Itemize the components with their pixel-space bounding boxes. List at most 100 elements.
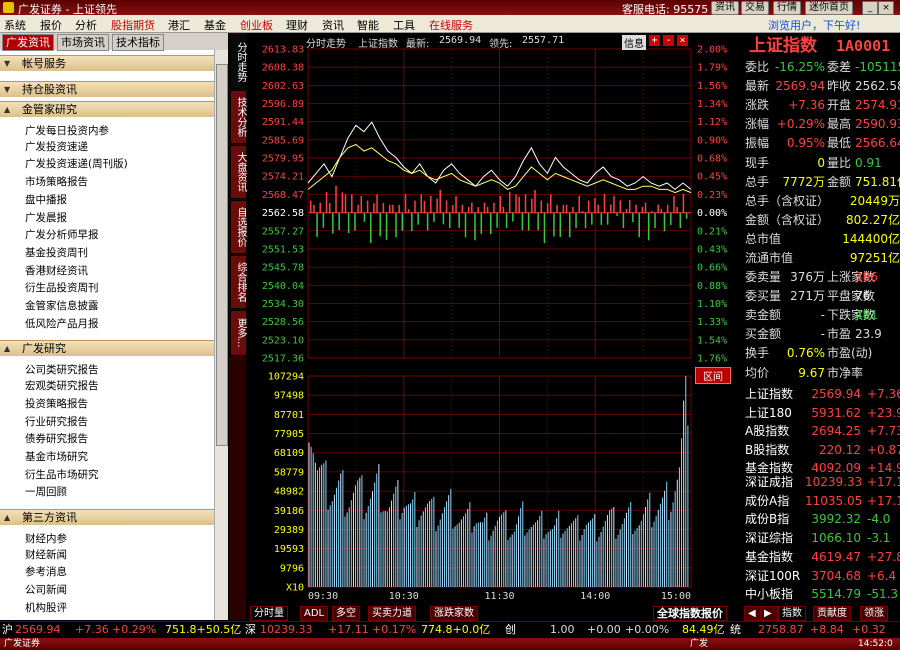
strength-bar-up [414,200,416,214]
index-row[interactable]: 成份B指 3992.32 -4.0 [743,510,900,529]
collapse-arrow-icon[interactable]: ▲ [4,510,10,525]
section-header[interactable]: ▼ 帐号服务 [0,55,214,71]
nav-item[interactable]: 衍生品市场研究 [25,467,99,482]
nav-item[interactable]: 盘中播报 [25,192,67,207]
trade-button[interactable]: 交易 [741,1,769,15]
nav-item[interactable]: 基金投资周刊 [25,245,88,260]
strength-bar-down [622,213,625,228]
vtab-1[interactable]: 技术分析 [230,90,247,144]
menu-bar: 系统 报价 分析 股指期货 港汇 基金 创业板 理财 资讯 智能 工具 在线服务… [0,15,900,33]
nav-item[interactable]: 机构股评 [25,600,67,615]
vtab-0[interactable]: 分时走势 [230,35,247,89]
tab-next-arrow-icon[interactable]: ▶ [760,606,778,621]
section-header[interactable]: ▲ 第三方资讯 [0,509,214,525]
nav-item[interactable]: 低风险产品月报 [25,316,99,331]
zoom-out-button[interactable]: - [663,35,674,46]
nav-item[interactable]: 广发分析师早报 [25,227,99,242]
strength-bar-down [559,213,562,237]
vtab-5[interactable]: 更多... [230,310,247,356]
menu-online-service[interactable]: 在线服务 [429,17,473,33]
expand-arrow-icon[interactable]: ▼ [4,82,10,97]
tab-leaders[interactable]: 领涨 [860,606,888,621]
left-scrollbar[interactable] [214,50,228,620]
quote-button[interactable]: 行情 [773,1,801,15]
pct-tick-label: 1.34% [697,99,727,110]
index-row[interactable]: 深证100R 3704.68 +6.4 [743,567,900,586]
index-row[interactable]: 基金指数 4619.47 +27.8 [743,548,900,567]
nav-item[interactable]: 投资策略报告 [25,396,88,411]
strength-bar-down [496,213,498,228]
menu-tools[interactable]: 工具 [393,17,415,33]
tab-volume[interactable]: 分时量 [250,606,288,621]
collapse-arrow-icon[interactable]: ▲ [4,341,10,356]
nav-item[interactable]: 广发投资速递 [25,139,88,154]
vtab-4[interactable]: 综合排名 [230,255,247,309]
tab-buy-sell-force[interactable]: 买卖力道 [368,606,416,621]
index-row[interactable]: B股指数 220.12 +0.87 [743,441,900,460]
nav-item[interactable]: 财经内参 [25,531,67,546]
nav-item[interactable]: 宏观类研究报告 [25,378,99,393]
minimize-button[interactable]: _ [862,1,878,15]
vtab-3[interactable]: 自选报价 [230,200,247,254]
tab-index[interactable]: 指数 [778,606,806,621]
section-header[interactable]: ▲ 广发研究 [0,340,214,357]
interval-button[interactable]: 区间 [695,367,731,384]
collapse-arrow-icon[interactable]: ▲ [4,102,10,117]
nav-item[interactable]: 行业研究报告 [25,414,88,429]
menu-smart[interactable]: 智能 [357,17,379,33]
menu-hk[interactable]: 港汇 [168,17,190,33]
lead-label: 领先: [489,39,513,50]
menu-fund[interactable]: 基金 [204,17,226,33]
tab-advance-decline[interactable]: 涨跌家数 [430,606,478,621]
nav-item[interactable]: 市场策略报告 [25,174,88,189]
tab-contribution[interactable]: 贡献度 [813,606,851,621]
index-row[interactable]: 中小板指 5514.79 -51.3 [743,585,900,604]
chart-close-button[interactable]: × [677,35,688,46]
index-name: A股指数 [745,424,790,438]
close-button[interactable]: × [878,1,894,15]
taskbar-gf[interactable]: 广发 [690,638,708,650]
nav-item[interactable]: 衍生品投资周刊 [25,280,99,295]
menu-system[interactable]: 系统 [4,17,26,33]
zoom-in-button[interactable]: + [649,35,660,46]
tab-global-index[interactable]: 全球指数报价 [653,606,727,621]
tab-adl[interactable]: ADL [300,606,329,621]
taskbar-app[interactable]: 广发证券 [4,638,40,650]
nav-item[interactable]: 香港财经资讯 [25,263,88,278]
menu-wealth[interactable]: 理财 [286,17,308,33]
index-row[interactable]: 上证指数 2569.94 +7.36 [743,385,900,404]
tab-market-news[interactable]: 市场资讯 [57,34,109,51]
menu-index-futures[interactable]: 股指期货 [111,17,155,33]
menu-quote[interactable]: 报价 [40,17,62,33]
index-row[interactable]: 上证180 5931.62 +23.97 [743,404,900,423]
section-header[interactable]: ▼ 持仓股资讯 [0,81,214,97]
index-row[interactable]: 深证综指 1066.10 -3.1 [743,529,900,548]
section-header[interactable]: ▲ 金管家研究 [0,101,214,117]
nav-item[interactable]: 广发投资速递(周刊版) [25,156,128,171]
nav-item[interactable]: 一周回顾 [25,484,67,499]
tab-long-short[interactable]: 多空 [332,606,360,621]
nav-item[interactable]: 广发每日投资内参 [25,123,109,138]
index-row[interactable]: A股指数 2694.25 +7.73 [743,422,900,441]
info-button[interactable]: 资讯 [711,1,739,15]
nav-item[interactable]: 公司类研究报告 [25,362,99,377]
vtab-2[interactable]: 大盘资讯 [230,145,247,199]
menu-news[interactable]: 资讯 [322,17,344,33]
menu-gem[interactable]: 创业板 [240,17,273,33]
index-row[interactable]: 成份A指 11035.05 +17.1 [743,492,900,511]
chart-info-button[interactable]: 信息 [622,35,646,50]
nav-item[interactable]: 债券研究报告 [25,431,88,446]
menu-analysis[interactable]: 分析 [75,17,97,33]
nav-item[interactable]: 参考消息 [25,564,67,579]
nav-item[interactable]: 基金市场研究 [25,449,88,464]
tab-tech-indicators[interactable]: 技术指标 [112,34,164,51]
expand-arrow-icon[interactable]: ▼ [4,56,10,71]
index-row[interactable]: 深证成指 10239.33 +17.11 [743,473,900,492]
mini-home-button[interactable]: 迷你首页 [805,1,853,15]
scroll-thumb[interactable] [216,64,228,446]
nav-item[interactable]: 财经新闻 [25,547,67,562]
tab-gf-news[interactable]: 广发资讯 [2,34,54,51]
nav-item[interactable]: 公司新闻 [25,582,67,597]
nav-item[interactable]: 金管家信息披露 [25,298,99,313]
nav-item[interactable]: 广发晨报 [25,210,67,225]
